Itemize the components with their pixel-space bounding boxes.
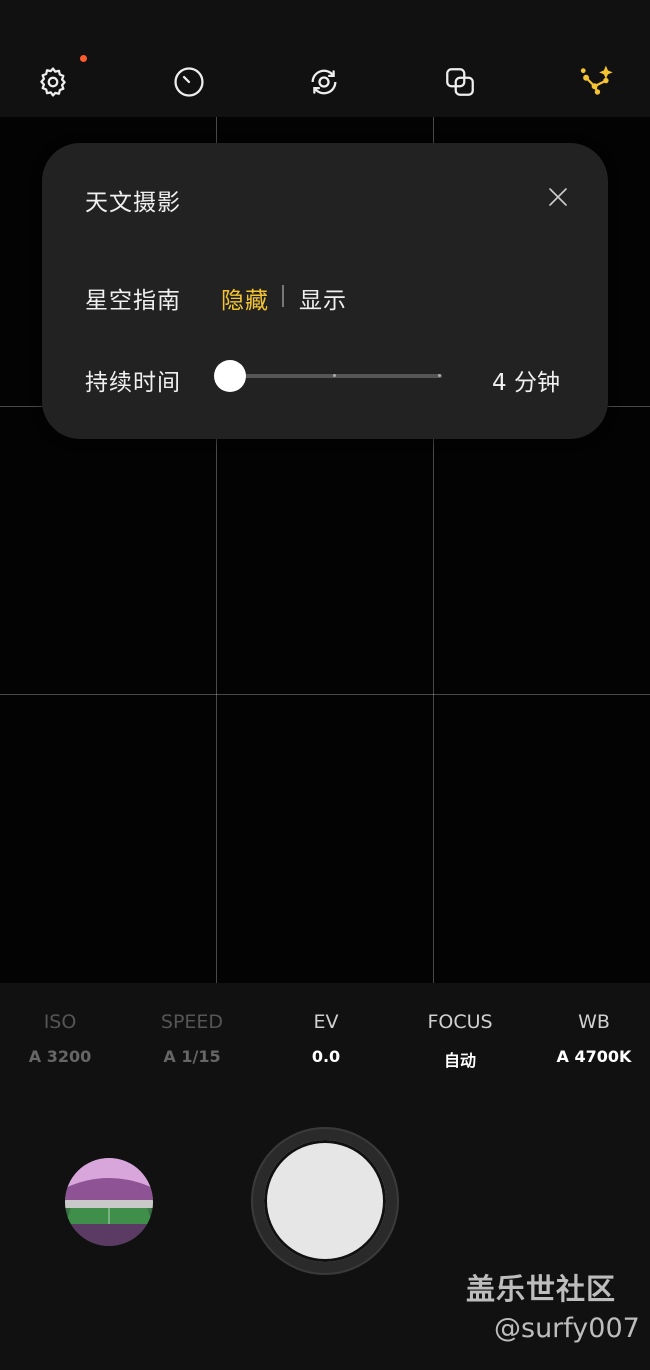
overlap-icon (446, 68, 474, 96)
control-value: 自动 (443, 1051, 476, 1070)
iso-control[interactable]: ISO A 3200 (0, 1011, 120, 1066)
astro-settings-panel: 天文摄影 星空指南 隐藏 显示 持续时间 4 分钟 (42, 143, 608, 439)
speed-control[interactable]: SPEED A 1/15 (132, 1011, 252, 1066)
wb-control[interactable]: WB A 4700K (534, 1011, 650, 1066)
camera-switch-button[interactable] (304, 62, 344, 102)
close-icon (549, 188, 567, 206)
star-guide-show-option[interactable]: 显示 (299, 281, 347, 315)
control-name: ISO (43, 1011, 77, 1033)
camera-switch-icon (311, 69, 337, 95)
focus-control[interactable]: FOCUS 自动 (400, 1011, 520, 1071)
astro-mode-button[interactable] (576, 62, 616, 102)
ev-control[interactable]: EV 0.0 (266, 1011, 386, 1066)
control-name: EV (313, 1011, 339, 1033)
option-divider (282, 285, 284, 307)
control-value: 0.0 (311, 1047, 341, 1066)
duration-label: 持续时间 (85, 370, 181, 396)
duration-slider-thumb[interactable] (214, 360, 246, 392)
star-guide-hide-option[interactable]: 隐藏 (221, 281, 269, 315)
stars-icon (580, 65, 613, 95)
top-toolbar (0, 0, 650, 117)
control-value: A 3200 (28, 1047, 92, 1066)
gear-icon (40, 67, 66, 97)
duration-slider-track[interactable] (232, 374, 442, 378)
timer-button[interactable] (169, 62, 209, 102)
shutter-button[interactable] (264, 1140, 386, 1262)
notification-dot (80, 55, 87, 62)
control-name: WB (578, 1011, 610, 1033)
settings-button[interactable] (33, 62, 73, 102)
control-name: SPEED (160, 1011, 224, 1033)
panel-title: 天文摄影 (85, 190, 181, 216)
stadium-photo-thumbnail (65, 1158, 153, 1246)
control-value: A 4700K (556, 1047, 632, 1066)
star-guide-label: 星空指南 (85, 288, 181, 314)
slider-tick (438, 374, 441, 377)
gallery-thumbnail[interactable] (65, 1158, 153, 1246)
watermark-handle: @surfy007 (494, 1313, 640, 1344)
slider-tick (333, 374, 336, 377)
watermark-title: 盖乐世社区 (466, 1272, 617, 1306)
control-name: FOCUS (427, 1011, 493, 1033)
timer-icon (174, 67, 204, 97)
overlap-mode-button[interactable] (440, 62, 480, 102)
pro-controls-bar: ISO A 3200 SPEED A 1/15 EV 0.0 FOCUS 自动 … (0, 983, 650, 1083)
close-button[interactable] (544, 183, 572, 211)
grid-line (0, 694, 650, 695)
control-value: A 1/15 (163, 1047, 221, 1066)
duration-value: 4 分钟 (492, 370, 560, 396)
